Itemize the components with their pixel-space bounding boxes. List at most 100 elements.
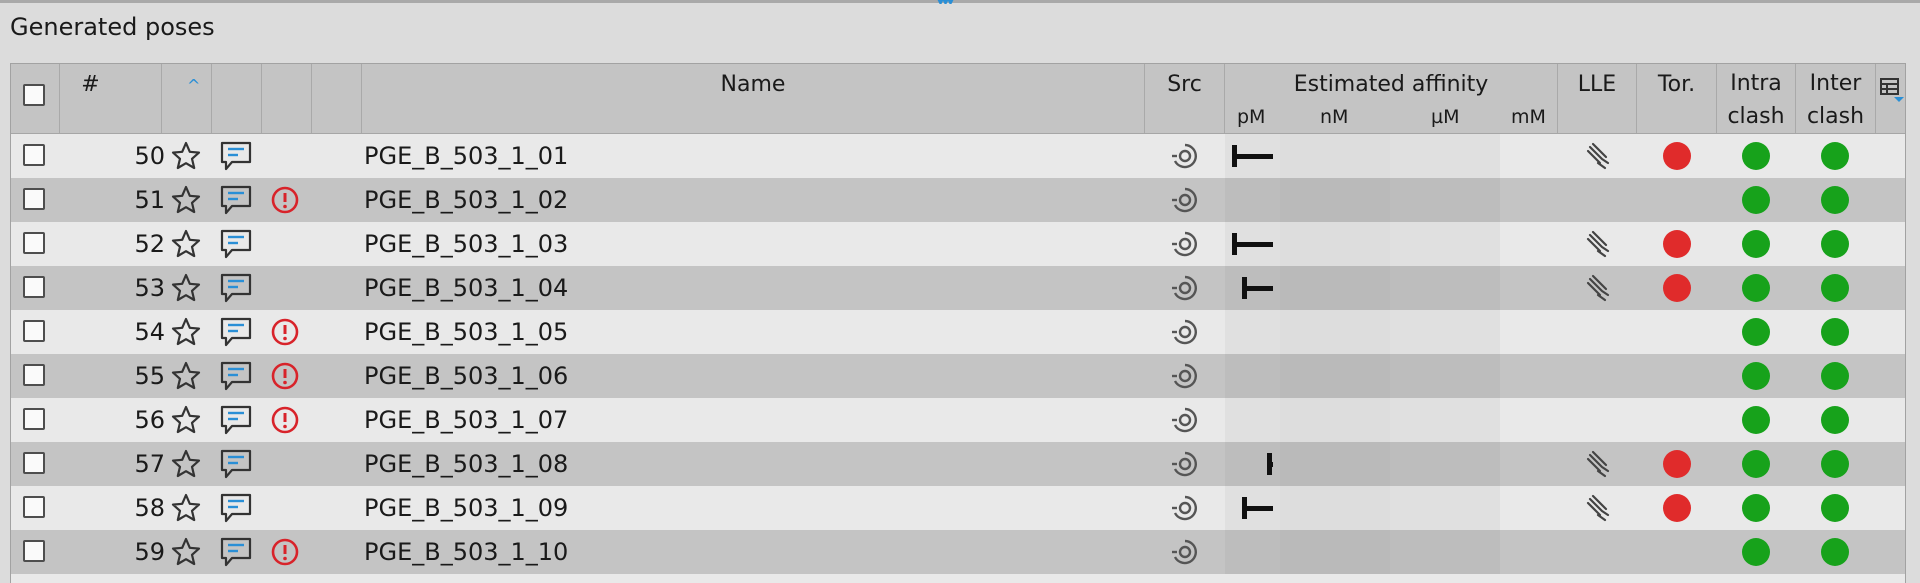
table-row[interactable]: 55 PGE_B_503_1_06 <box>11 354 1905 398</box>
affinity-band-nm <box>1280 134 1390 178</box>
header-affinity[interactable]: Estimated affinity pM nM µM mM <box>1225 64 1558 133</box>
affinity-band-um <box>1390 354 1500 398</box>
source-icon[interactable] <box>1169 316 1201 352</box>
header-tor-label: Tor. <box>1657 72 1696 97</box>
comment-icon[interactable] <box>219 404 253 440</box>
source-icon[interactable] <box>1169 228 1201 264</box>
header-intra-clash[interactable]: Intra clash <box>1717 64 1796 133</box>
inter-clash-status-green <box>1821 230 1849 258</box>
select-all-checkbox[interactable] <box>23 84 45 106</box>
header-tor[interactable]: Tor. <box>1637 64 1717 133</box>
inter-clash-status-green <box>1821 142 1849 170</box>
affinity-band-um <box>1390 310 1500 354</box>
row-checkbox[interactable] <box>23 408 45 430</box>
row-checkbox[interactable] <box>23 540 45 562</box>
unit-pm: pM <box>1237 106 1266 128</box>
source-icon[interactable] <box>1169 448 1201 484</box>
lle-icon <box>1582 273 1612 307</box>
row-checkbox[interactable] <box>23 188 45 210</box>
comment-icon[interactable] <box>219 316 253 352</box>
row-checkbox[interactable] <box>23 364 45 386</box>
star-icon[interactable] <box>170 360 202 396</box>
warning-icon[interactable] <box>270 317 300 351</box>
comment-icon[interactable] <box>219 360 253 396</box>
drag-handle-icon[interactable]: ▾▾▾ <box>937 0 983 4</box>
torsion-status-red <box>1663 142 1691 170</box>
header-comment[interactable] <box>212 64 262 133</box>
affinity-bar <box>1232 242 1273 247</box>
table-row[interactable]: 51 PGE_B_503_1_02 <box>11 178 1905 222</box>
table-row[interactable]: 58 PGE_B_503_1_09 <box>11 486 1905 530</box>
header-src[interactable]: Src <box>1145 64 1225 133</box>
warning-icon[interactable] <box>270 537 300 571</box>
star-icon[interactable] <box>170 140 202 176</box>
source-icon[interactable] <box>1169 536 1201 572</box>
source-icon[interactable] <box>1169 184 1201 220</box>
source-icon[interactable] <box>1169 272 1201 308</box>
header-inter-clash[interactable]: Inter clash <box>1796 64 1876 133</box>
source-icon[interactable] <box>1169 140 1201 176</box>
star-icon[interactable] <box>170 272 202 308</box>
row-checkbox[interactable] <box>23 144 45 166</box>
comment-icon[interactable] <box>219 536 253 572</box>
panel-title: Generated poses <box>10 13 215 41</box>
header-lle[interactable]: LLE <box>1558 64 1637 133</box>
pose-name: PGE_B_503_1_09 <box>364 494 569 522</box>
comment-icon[interactable] <box>219 184 253 220</box>
row-number: 57 <box>134 450 165 478</box>
source-icon[interactable] <box>1169 404 1201 440</box>
header-star[interactable] <box>162 64 212 133</box>
warning-icon[interactable] <box>270 361 300 395</box>
pose-name: PGE_B_503_1_06 <box>364 362 569 390</box>
row-checkbox[interactable] <box>23 320 45 342</box>
comment-icon[interactable] <box>219 228 253 264</box>
table-row[interactable]: 56 PGE_B_503_1_07 <box>11 398 1905 442</box>
header-extra[interactable] <box>312 64 362 133</box>
intra-clash-status-green <box>1742 230 1770 258</box>
row-checkbox[interactable] <box>23 452 45 474</box>
comment-icon[interactable] <box>219 492 253 528</box>
warning-icon[interactable] <box>270 185 300 219</box>
star-icon[interactable] <box>170 448 202 484</box>
row-number: 56 <box>134 406 165 434</box>
table-columns-icon <box>1880 78 1904 102</box>
inter-clash-status-green <box>1821 450 1849 478</box>
row-checkbox[interactable] <box>23 496 45 518</box>
source-icon[interactable] <box>1169 360 1201 396</box>
pose-name: PGE_B_503_1_10 <box>364 538 569 566</box>
table-row[interactable]: 57 PGE_B_503_1_08 <box>11 442 1905 486</box>
torsion-status-red <box>1663 230 1691 258</box>
column-chooser-button[interactable] <box>1876 64 1905 133</box>
comment-icon[interactable] <box>219 272 253 308</box>
row-number: 54 <box>134 318 165 346</box>
inter-clash-status-green <box>1821 318 1849 346</box>
star-icon[interactable] <box>170 228 202 264</box>
star-icon[interactable] <box>170 492 202 528</box>
row-number: 52 <box>134 230 165 258</box>
star-icon[interactable] <box>170 184 202 220</box>
lle-icon <box>1582 141 1612 175</box>
source-icon[interactable] <box>1169 492 1201 528</box>
star-icon[interactable] <box>170 536 202 572</box>
table-row[interactable]: 52 PGE_B_503_1_03 <box>11 222 1905 266</box>
inter-clash-status-green <box>1821 186 1849 214</box>
header-warning[interactable] <box>262 64 312 133</box>
star-icon[interactable] <box>170 404 202 440</box>
table-row[interactable]: 50 PGE_B_503_1_01 <box>11 134 1905 178</box>
inter-clash-status-green <box>1821 274 1849 302</box>
table-row[interactable]: 54 PGE_B_503_1_05 <box>11 310 1905 354</box>
table-row[interactable]: 53 PGE_B_503_1_04 <box>11 266 1905 310</box>
star-icon[interactable] <box>170 316 202 352</box>
affinity-band-um <box>1390 222 1500 266</box>
comment-icon[interactable] <box>219 140 253 176</box>
header-name[interactable]: Name <box>362 64 1145 133</box>
affinity-band-um <box>1390 134 1500 178</box>
header-number[interactable]: # ^ <box>60 64 200 133</box>
row-checkbox[interactable] <box>23 276 45 298</box>
row-checkbox[interactable] <box>23 232 45 254</box>
warning-icon[interactable] <box>270 405 300 439</box>
pose-name: PGE_B_503_1_07 <box>364 406 569 434</box>
table-row[interactable]: 59 PGE_B_503_1_10 <box>11 530 1905 574</box>
row-number: 50 <box>134 142 165 170</box>
comment-icon[interactable] <box>219 448 253 484</box>
